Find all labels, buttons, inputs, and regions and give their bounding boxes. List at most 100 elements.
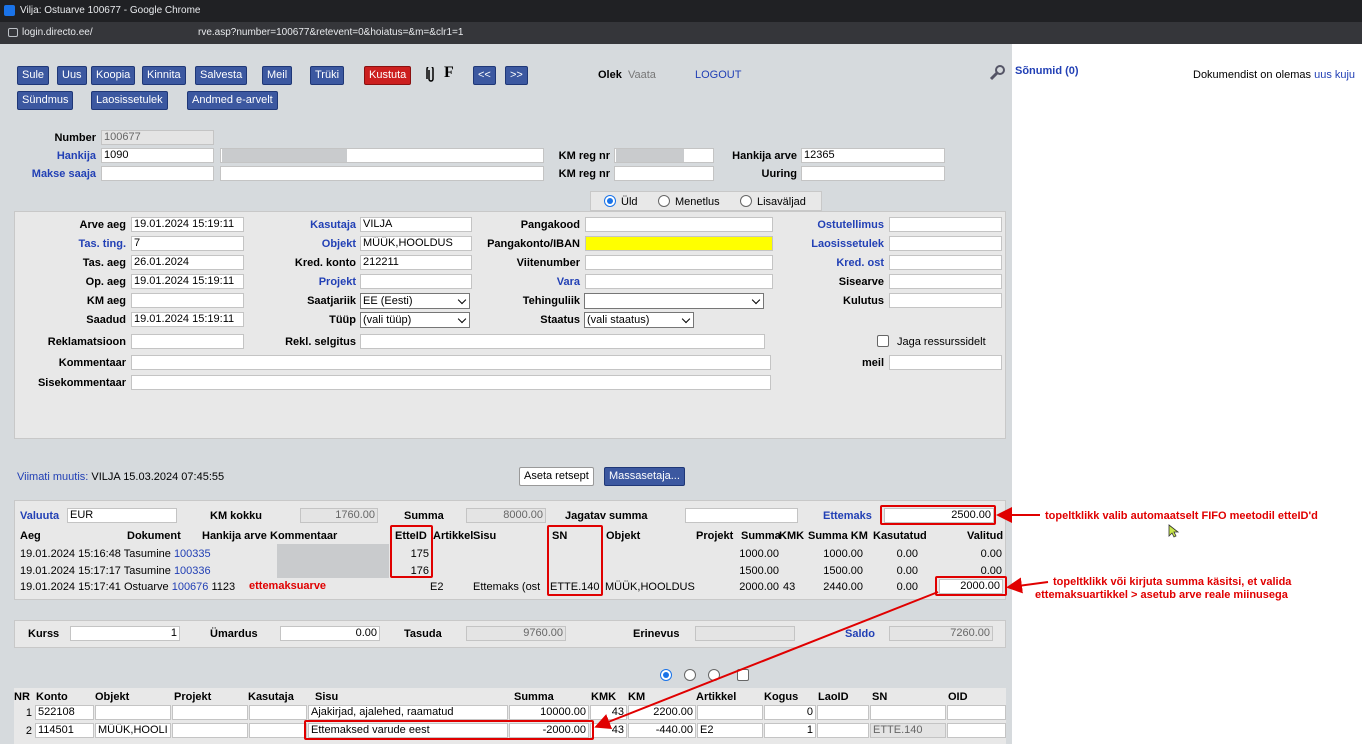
line-kmk[interactable]: 43	[590, 723, 627, 738]
line-summa[interactable]: 10000.00	[509, 705, 589, 720]
kred-ost-field[interactable]	[889, 255, 1002, 270]
line-kogus[interactable]: 1	[764, 723, 816, 738]
row-doc-link[interactable]: 100336	[174, 565, 211, 577]
view-radio-3[interactable]	[708, 669, 720, 681]
logout-link[interactable]: LOGOUT	[695, 69, 741, 81]
objekt-field[interactable]: MÜÜK,HOOLDUS	[360, 236, 472, 251]
salvesta-button[interactable]: Salvesta	[195, 66, 248, 85]
saatjariik-select[interactable]: EE (Eesti)	[360, 293, 470, 309]
laosissetulek-label[interactable]: Laosissetulek	[780, 238, 884, 250]
vara-label[interactable]: Vara	[470, 276, 580, 288]
tehinguliik-select[interactable]	[584, 293, 764, 309]
pangakood-field[interactable]	[585, 217, 773, 232]
valuuta-label[interactable]: Valuuta	[20, 510, 59, 522]
projekt-field[interactable]	[360, 274, 472, 289]
sisearve-field[interactable]	[889, 274, 1002, 289]
umardus-field[interactable]: 0.00	[280, 626, 380, 641]
kred-konto-field[interactable]: 212211	[360, 255, 472, 270]
prev-button[interactable]: <<	[473, 66, 496, 85]
sisekommentaar-field[interactable]	[131, 375, 771, 390]
line-oid[interactable]	[947, 723, 1006, 738]
km-aeg-field[interactable]	[131, 293, 244, 308]
kinnita-button[interactable]: Kinnita	[142, 66, 186, 85]
line-artikkel[interactable]	[697, 705, 763, 720]
koopia-button[interactable]: Koopia	[91, 66, 136, 85]
jagatav-field[interactable]	[685, 508, 798, 523]
site-info-icon[interactable]	[8, 28, 18, 37]
hankija-arve-field[interactable]: 12365	[801, 148, 945, 163]
sundmus-button[interactable]: Sündmus	[17, 91, 74, 110]
tab-menetlus-label[interactable]: Menetlus	[675, 196, 720, 208]
ettemaks-label[interactable]: Ettemaks	[823, 510, 872, 522]
op-aeg-field[interactable]: 19.01.2024 15:19:11	[131, 274, 244, 289]
line-objekt[interactable]: MÜÜK,HOOLI	[95, 723, 171, 738]
f-icon[interactable]: F	[444, 64, 454, 82]
line-kasutaja[interactable]	[249, 705, 307, 720]
url-path[interactable]: rve.asp?number=100677&retevent=0&hoiatus…	[198, 27, 463, 38]
objekt-label[interactable]: Objekt	[262, 238, 356, 250]
view-checkbox[interactable]	[737, 669, 749, 681]
staatus-select[interactable]: (vali staatus)	[584, 312, 694, 328]
kasutaja-field[interactable]: VILJA	[360, 217, 472, 232]
messages-link[interactable]: Sõnumid (0)	[1015, 65, 1079, 77]
line-kogus[interactable]: 0	[764, 705, 816, 720]
arve-aeg-field[interactable]: 19.01.2024 15:19:11	[131, 217, 244, 232]
address-bar[interactable]: login.directo.ee/ rve.asp?number=100677&…	[0, 22, 1362, 44]
kurss-field[interactable]: 1	[70, 626, 180, 641]
last-modified-label[interactable]: Viimati muutis:	[17, 471, 88, 483]
line-laoid[interactable]	[817, 705, 869, 720]
url-host[interactable]: login.directo.ee/	[22, 27, 93, 38]
line-oid[interactable]	[947, 705, 1006, 720]
aseta-retsept-button[interactable]: Aseta retsept	[519, 467, 594, 486]
hankija-field[interactable]: 1090	[101, 148, 214, 163]
projekt-label[interactable]: Projekt	[262, 276, 356, 288]
meil-field[interactable]	[889, 355, 1002, 370]
reklamatsioon-field[interactable]	[131, 334, 244, 349]
kustuta-button[interactable]: Kustuta	[364, 66, 412, 85]
ostutellimus-label[interactable]: Ostutellimus	[780, 219, 884, 231]
uus-button[interactable]: Uus	[57, 66, 87, 85]
line-sn[interactable]	[870, 705, 946, 720]
truki-button[interactable]: Trüki	[310, 66, 345, 85]
tuup-select[interactable]: (vali tüüp)	[360, 312, 470, 328]
valuuta-field[interactable]: EUR	[67, 508, 177, 523]
line-konto[interactable]: 114501	[35, 723, 94, 738]
viitenumber-field[interactable]	[585, 255, 773, 270]
line-laoid[interactable]	[817, 723, 869, 738]
line-sisu[interactable]: Ajakirjad, ajalehed, raamatud	[308, 705, 508, 720]
tab-menetlus-radio[interactable]	[658, 195, 670, 207]
pangakonto-field[interactable]	[585, 236, 773, 251]
line-km[interactable]: -440.00	[628, 723, 696, 738]
kasutaja-label[interactable]: Kasutaja	[262, 219, 356, 231]
meil-button[interactable]: Meil	[262, 66, 293, 85]
vara-field[interactable]	[585, 274, 773, 289]
tab-uld-label[interactable]: Üld	[621, 196, 638, 208]
jaga-checkbox[interactable]	[877, 335, 889, 347]
uuring-field[interactable]	[801, 166, 945, 181]
kred-ost-label[interactable]: Kred. ost	[780, 257, 884, 269]
massasetaja-button[interactable]: Massasetaja...	[604, 467, 685, 486]
row-doc-link[interactable]: 100335	[174, 548, 211, 560]
tools-icon[interactable]	[988, 64, 1006, 82]
makse-saaja-label[interactable]: Makse saaja	[14, 168, 96, 180]
tab-lisavaljad-label[interactable]: Lisaväljad	[757, 196, 806, 208]
line-projekt[interactable]	[172, 705, 248, 720]
tas-ting-field[interactable]: 7	[131, 236, 244, 251]
tas-ting-label[interactable]: Tas. ting.	[40, 238, 126, 250]
makse-saaja-name-field[interactable]	[220, 166, 544, 181]
line-projekt[interactable]	[172, 723, 248, 738]
number-field[interactable]: 100677	[101, 130, 214, 145]
andmed-e-arvelt-button[interactable]: Andmed e-arvelt	[187, 91, 278, 110]
saldo-label[interactable]: Saldo	[845, 628, 875, 640]
row-doc-link[interactable]: 100676	[172, 581, 209, 593]
laosissetulek-button[interactable]: Laosissetulek	[91, 91, 168, 110]
line-artikkel[interactable]: E2	[697, 723, 763, 738]
rekl-selgitus-field[interactable]	[360, 334, 765, 349]
line-sn[interactable]: ETTE.140	[870, 723, 946, 738]
tab-uld-radio[interactable]	[604, 195, 616, 207]
kommentaar-field[interactable]	[131, 355, 771, 370]
saadud-field[interactable]: 19.01.2024 15:19:11	[131, 312, 244, 327]
line-km[interactable]: 2200.00	[628, 705, 696, 720]
new-form-link[interactable]: uus kuju	[1314, 69, 1355, 81]
view-radio-1[interactable]	[660, 669, 672, 681]
